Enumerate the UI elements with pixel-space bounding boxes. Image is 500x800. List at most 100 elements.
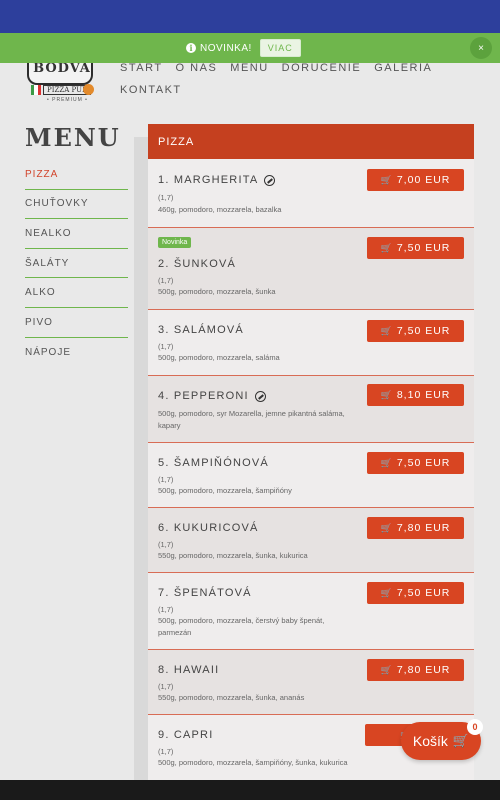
item-name-row: 1. MARGHERITA xyxy=(158,174,276,186)
item-name-row: 3. SALÁMOVÁ xyxy=(158,324,244,336)
add-to-cart-button[interactable]: 🛒 7,50 EUR xyxy=(367,582,464,604)
item-price: 7,80 EUR xyxy=(396,664,451,676)
cart-icon: 🛒 xyxy=(380,522,393,533)
item-name: 5. ŠAMPIŇÓNOVÁ xyxy=(158,457,269,469)
item-allergens: (1,7) xyxy=(158,193,174,202)
add-to-cart-button[interactable]: 🛒 7,80 EUR xyxy=(367,659,464,681)
logo-frame: BODVA xyxy=(27,61,93,85)
menu-item: 5. ŠAMPIŇÓNOVÁ (1,7) 500g, pomodoro, moz… xyxy=(148,443,474,508)
item-name: 1. MARGHERITA xyxy=(158,174,259,186)
item-description: 500g, pomodoro, syr Mozarella, jemne pik… xyxy=(158,409,345,430)
item-name-row: 2. ŠUNKOVÁ xyxy=(158,258,236,270)
cart-icon: 🛒 xyxy=(380,587,393,598)
menu-item: 4. PEPPERONI 500g, pomodoro, syr Mozarel… xyxy=(148,376,474,443)
item-description: 500g, pomodoro, mozzarela, šampiňóny xyxy=(158,486,292,495)
add-to-cart-button[interactable]: 🛒 7,50 EUR xyxy=(367,237,464,259)
item-name: 4. PEPPERONI xyxy=(158,390,249,402)
item-allergens: (1,7) xyxy=(158,747,174,756)
item-name-row: 5. ŠAMPIŇÓNOVÁ xyxy=(158,457,269,469)
menu-panel: PIZZA 1. MARGHERITA (1,7) 460g, pomodoro… xyxy=(148,124,474,800)
add-to-cart-button[interactable]: 🛒 7,80 EUR xyxy=(367,517,464,539)
close-icon[interactable]: × xyxy=(470,37,492,59)
item-description: 500g, pomodoro, mozzarela, čerstvý baby … xyxy=(158,616,325,637)
logo-tagline: • PREMIUM • xyxy=(47,97,88,103)
item-name: 2. ŠUNKOVÁ xyxy=(158,258,237,270)
item-allergens: (1,7) xyxy=(158,540,174,549)
logo[interactable]: BODVA PIZZA PUB • PREMIUM • xyxy=(25,61,97,103)
menu-item: 8. HAWAII (1,7) 550g, pomodoro, mozzarel… xyxy=(148,650,474,715)
cart-icon: 🛒 xyxy=(380,325,393,336)
spicy-icon xyxy=(264,174,276,186)
add-to-cart-button[interactable]: 🛒 7,50 EUR xyxy=(367,452,464,474)
new-badge: Novinka xyxy=(158,237,192,248)
item-name-row: 9. CAPRI xyxy=(158,729,213,741)
category-sidebar: PIZZA CHUŤOVKY NEALKO ŠALÁTY ALKO PIVO N… xyxy=(25,160,128,367)
sidebar-item-chutovky[interactable]: CHUŤOVKY xyxy=(25,190,128,220)
item-name: 9. CAPRI xyxy=(158,729,214,741)
item-name-row: 7. ŠPENÁTOVÁ xyxy=(158,587,252,599)
item-price: 7,50 EUR xyxy=(396,242,451,254)
cart-icon: 🛒 xyxy=(380,389,393,400)
cart-icon: 🛒 xyxy=(380,242,393,253)
flag-icon xyxy=(31,85,41,95)
item-name-row: 6. KUKURICOVÁ xyxy=(158,522,259,534)
add-to-cart-button[interactable]: 🛒 8,10 EUR xyxy=(367,384,464,406)
item-name: 7. ŠPENÁTOVÁ xyxy=(158,587,252,599)
item-allergens: (1,7) xyxy=(158,605,174,614)
item-price: 7,80 EUR xyxy=(396,522,451,534)
sidebar-item-pizza[interactable]: PIZZA xyxy=(25,160,128,190)
notice-more-button[interactable]: VIAC xyxy=(259,39,301,57)
item-description: 550g, pomodoro, mozzarela, šunka, kukuri… xyxy=(158,551,308,560)
item-description: 500g, pomodoro, mozzarela, saláma xyxy=(158,353,280,362)
item-name-row: 4. PEPPERONI xyxy=(158,390,266,402)
menu-title: MENU xyxy=(25,123,121,152)
cart-count-badge: 0 xyxy=(467,719,483,735)
logo-word: BODVA xyxy=(33,61,91,76)
cart-icon: 🛒 xyxy=(380,174,393,185)
bottom-bar xyxy=(0,780,500,800)
item-allergens: (1,7) xyxy=(158,682,174,691)
sidebar-item-nealko[interactable]: NEALKO xyxy=(25,219,128,249)
item-name: 3. SALÁMOVÁ xyxy=(158,324,244,336)
item-allergens: (1,7) xyxy=(158,475,174,484)
cart-icon: 🛒 xyxy=(380,664,393,675)
item-allergens: (1,7) xyxy=(158,276,174,285)
sidebar-item-alko[interactable]: ALKO xyxy=(25,278,128,308)
cart-icon: 🛒 xyxy=(452,733,470,748)
panel-shadow xyxy=(134,137,148,787)
section-title: PIZZA xyxy=(148,124,474,159)
cart-button[interactable]: Košík 🛒 0 xyxy=(401,719,483,760)
sidebar-item-salaty[interactable]: ŠALÁTY xyxy=(25,249,128,279)
info-icon: i xyxy=(186,43,196,53)
notice-text: NOVINKA! xyxy=(200,42,252,54)
item-price: 7,50 EUR xyxy=(396,325,451,337)
menu-item: 6. KUKURICOVÁ (1,7) 550g, pomodoro, mozz… xyxy=(148,508,474,573)
item-name: 8. HAWAII xyxy=(158,664,220,676)
item-name-row: 8. HAWAII xyxy=(158,664,219,676)
cart-label: Košík xyxy=(412,733,448,749)
item-price: 7,50 EUR xyxy=(396,457,451,469)
nav-kontakt[interactable]: KONTAKT xyxy=(120,79,182,101)
item-price: 7,00 EUR xyxy=(396,174,451,186)
sidebar-item-napoje[interactable]: NÁPOJE xyxy=(25,338,128,368)
item-description: 500g, pomodoro, mozzarela, šampiňóny, šu… xyxy=(158,758,348,767)
main-nav: START O NÁS MENU DORUČENIE GALÉRIA KONTA… xyxy=(120,57,450,101)
notice-bar: i NOVINKA! VIAC × xyxy=(0,33,500,63)
pizza-badge-icon xyxy=(83,84,94,95)
spicy-icon xyxy=(254,390,266,402)
item-name: 6. KUKURICOVÁ xyxy=(158,522,259,534)
item-price: 7,50 EUR xyxy=(396,587,451,599)
header: BODVA PIZZA PUB • PREMIUM • START O NÁS … xyxy=(0,61,500,123)
add-to-cart-button[interactable]: 🛒 7,00 EUR xyxy=(367,169,464,191)
sidebar-item-pivo[interactable]: PIVO xyxy=(25,308,128,338)
item-allergens: (1,7) xyxy=(158,342,174,351)
item-description: 550g, pomodoro, mozzarela, šunka, ananás xyxy=(158,693,305,702)
menu-item: Novinka 2. ŠUNKOVÁ (1,7) 500g, pomodoro,… xyxy=(148,228,474,310)
item-price: 8,10 EUR xyxy=(396,389,451,401)
item-description: 460g, pomodoro, mozzarela, bazalka xyxy=(158,205,282,214)
item-description: 500g, pomodoro, mozzarela, šunka xyxy=(158,287,276,296)
menu-item: 3. SALÁMOVÁ (1,7) 500g, pomodoro, mozzar… xyxy=(148,310,474,376)
top-bar xyxy=(0,0,500,33)
menu-item: 7. ŠPENÁTOVÁ (1,7) 500g, pomodoro, mozza… xyxy=(148,573,474,650)
add-to-cart-button[interactable]: 🛒 7,50 EUR xyxy=(367,320,464,342)
